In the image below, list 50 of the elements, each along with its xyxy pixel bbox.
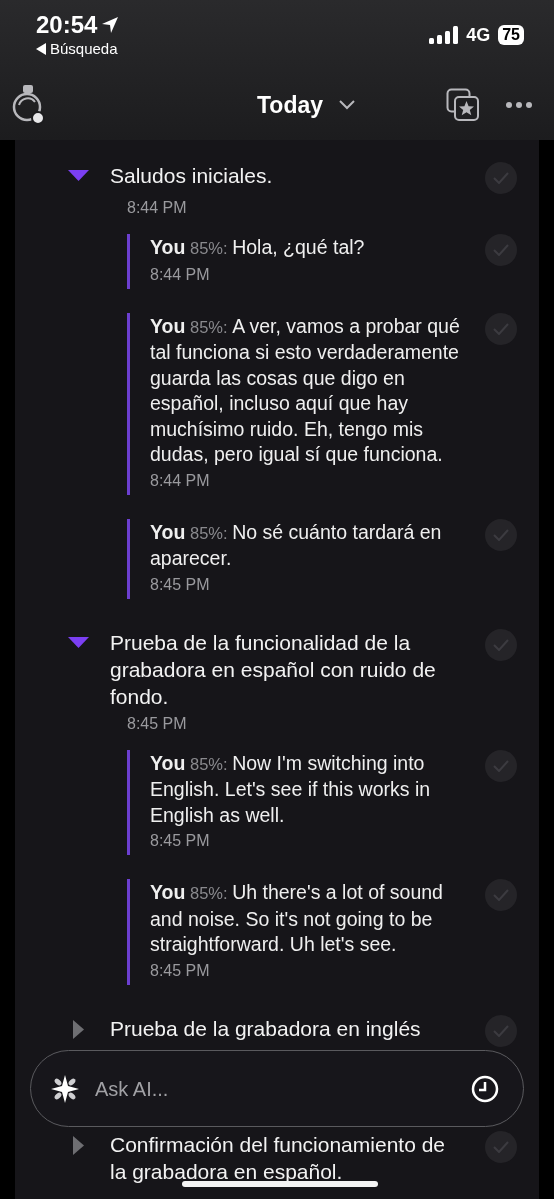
battery-indicator: 75 xyxy=(498,25,524,45)
checkmark-icon xyxy=(493,889,509,901)
device-icon[interactable] xyxy=(12,84,46,126)
entry-time: 8:45 PM xyxy=(150,960,211,981)
transcript-text: You 85%: A ver, vamos a probar qué tal funciona si esto verdaderamente guarda las cosas que digo en español, incluso aquí que hay muchísimo ruido. Eh, tengo mis dudas, pero igual sí que funciona. xyxy=(150,313,461,467)
network-type: 4G xyxy=(466,23,491,47)
checkmark-button[interactable] xyxy=(485,234,517,266)
section-time: 8:45 PM xyxy=(127,713,188,734)
page-title[interactable]: Today xyxy=(257,87,323,123)
checkmark-icon xyxy=(493,322,509,335)
entry-time: 8:45 PM xyxy=(150,574,211,595)
checkmark-icon xyxy=(493,528,509,541)
checkmark-button[interactable] xyxy=(485,518,517,551)
starred-pages-icon[interactable] xyxy=(446,88,480,122)
section-title[interactable]: Prueba de la grabadora en inglés xyxy=(110,1014,470,1042)
section-title[interactable]: Saludos iniciales. xyxy=(110,162,470,189)
transcript-text: You 85%: Uh there's a lot of sound and noise. So it's not going to be straightforward. Uh let's see. xyxy=(150,880,444,957)
clock-time: 20:54 xyxy=(36,10,98,40)
checkmark-icon xyxy=(493,172,509,184)
chevron-down-icon[interactable] xyxy=(339,100,355,110)
checkmark-button[interactable] xyxy=(485,749,517,782)
checkmark-button[interactable] xyxy=(485,879,517,911)
checkmark-button[interactable] xyxy=(485,162,517,194)
entry-time: 8:44 PM xyxy=(150,470,211,491)
signal-icon xyxy=(429,26,459,44)
checkmark-icon xyxy=(493,1024,509,1037)
entry-time: 8:44 PM xyxy=(150,264,211,285)
checkmark-button[interactable] xyxy=(485,628,517,661)
back-arrow-icon[interactable] xyxy=(36,43,46,55)
checkmark-icon xyxy=(493,638,509,651)
checkmark-icon xyxy=(493,244,509,256)
location-arrow-icon xyxy=(101,16,120,34)
history-clock-icon[interactable] xyxy=(471,1074,499,1103)
section-title[interactable]: Prueba de la funcionalidad de la grabadora en español con ruido de fondo. xyxy=(110,628,470,710)
ask-ai-field[interactable]: Ask AI... xyxy=(95,1073,455,1104)
transcript-text: You 85%: Hola, ¿qué tal? xyxy=(150,235,366,260)
entry-time: 8:45 PM xyxy=(150,831,211,851)
checkmark-icon xyxy=(493,759,509,772)
checkmark-icon xyxy=(493,1140,509,1153)
sparkle-icon xyxy=(51,1074,79,1103)
transcript-text: You 85%: Now I'm switching into English. Let's see if this works in English as well. xyxy=(150,750,432,828)
transcript-text: You 85%: No sé cuánto tardará en aparecer. xyxy=(150,519,443,571)
checkmark-button[interactable] xyxy=(485,312,517,345)
section-time: 8:44 PM xyxy=(127,198,188,218)
more-icon[interactable] xyxy=(506,102,532,108)
section-title[interactable]: Confirmación del funcionamiento de la grabadora en español. xyxy=(110,1130,470,1185)
checkmark-button[interactable] xyxy=(485,1014,517,1047)
ask-ai-bar[interactable]: Ask AI... xyxy=(30,1050,524,1127)
checkmark-button[interactable] xyxy=(485,1130,517,1163)
back-link[interactable]: Búsqueda xyxy=(50,40,118,58)
